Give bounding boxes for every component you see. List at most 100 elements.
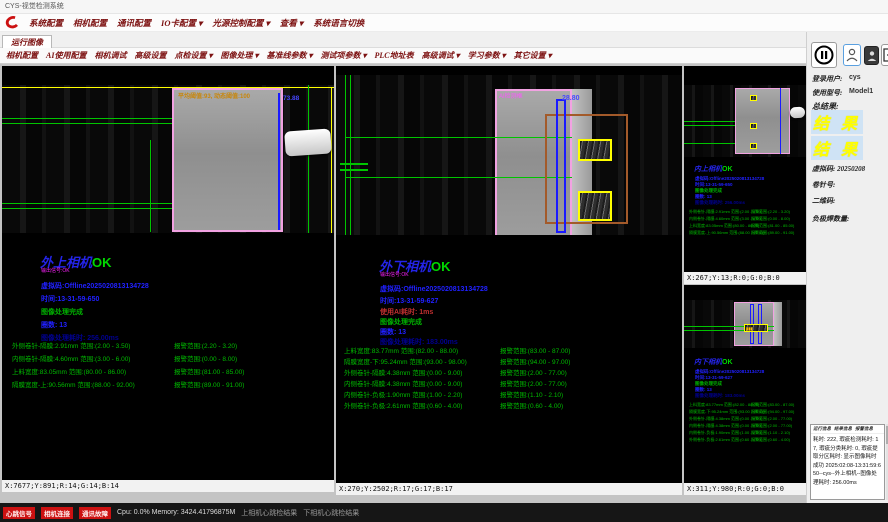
toolbar-item[interactable]: 测试项参数 ▾	[321, 50, 367, 61]
toolbar-item[interactable]: 图像处理 ▾	[220, 50, 258, 61]
toolbar-item[interactable]: 基准线参数 ▾	[266, 50, 312, 61]
measurement-list: 上料宽度:83.77mm 范围:(82.00 - 88.00)报警范围:(83.…	[689, 401, 804, 443]
measurement-text: 上料宽度:83.77mm 范围:(82.00 - 88.00)	[689, 402, 751, 408]
blue-measure-label: 73.88	[283, 95, 299, 102]
pause-button[interactable]	[811, 42, 837, 68]
measure-line-green	[2, 203, 172, 204]
camera-image-center: AI检测框 28.80	[336, 75, 682, 235]
camera-connection-badge: 相机连接	[41, 507, 73, 519]
measurement-row: 内侧卷针-隔膜:4.60mm 范围:(3.00 - 6.00)报警范围:(0.0…	[689, 215, 804, 222]
toolbar-item[interactable]: 学习参数 ▾	[468, 50, 506, 61]
alarm-range-text: 报警范围:(0.60 - 4.00)	[751, 437, 790, 443]
measurement-list: 上料宽度:83.77mm 范围:(82.00 - 88.00)报警范围:(83.…	[344, 344, 680, 410]
measurement-row: 隔膜宽度-下:95.24mm 范围:(93.00 - 98.00)报警范围:(9…	[689, 408, 804, 415]
menu-item[interactable]: IO卡配置 ▾	[161, 17, 202, 29]
product-region	[172, 88, 283, 232]
exit-button[interactable]	[881, 44, 888, 66]
measurement-row: 外侧卷针-负极:2.61mm 范围:(0.60 - 4.00)报警范围:(0.6…	[344, 399, 680, 410]
measurement-row: 外侧卷针-隔膜:2.91mm 范围:(2.00 - 3.50)报警范围:(2.2…	[12, 338, 332, 351]
measure-line-green	[2, 118, 172, 119]
log-tab[interactable]: 运行信息	[813, 426, 831, 432]
toolbar-item[interactable]: 其它设置 ▾	[514, 50, 552, 61]
app-window: CYS-视觉检测系统 系统配置相机配置通讯配置IO卡配置 ▾光源控制配置 ▾查看…	[0, 0, 888, 522]
weld-detect-box	[578, 191, 612, 221]
pixel-coordinate-bar: X:267;Y:13;R:0;G:0;B:0	[684, 272, 806, 284]
login-user-value: cys	[849, 74, 861, 81]
menu-item[interactable]: 查看 ▾	[280, 17, 303, 29]
result-ok-badge: OK	[92, 255, 112, 270]
process-done-text: 图像处理完成	[41, 307, 83, 317]
measurement-row: 隔膜宽度-上:90.56mm 范围:(88.00 - 92.00)报警范围:(8…	[12, 377, 332, 390]
pin-number-label: 卷针号:	[812, 180, 835, 190]
camera-view-outer-upper[interactable]: 平均阈值:93, 动态阈值:100 73.88 外上相机OK 输出信号:OK 虚…	[2, 66, 334, 492]
weld-detect-box	[578, 139, 612, 161]
alarm-range-text: 报警范围:(2.00 - 77.00)	[500, 367, 567, 377]
measurement-row: 外侧卷针-负极:2.61mm 范围:(0.60 - 4.00)报警范围:(0.6…	[689, 436, 804, 443]
camera-image-thumb-bottom: ▮▮▮	[684, 300, 806, 348]
negative-weld-count-label: 负极焊数量:	[812, 214, 849, 224]
measurement-row: 内侧卷针-负极:1.90mm 范围:(1.00 - 2.20)报警范围:(1.1…	[689, 429, 804, 436]
baseline-yellow	[2, 87, 334, 88]
threshold-overlay-label: 平均阈值:93, 动态阈值:100	[178, 91, 250, 100]
measure-line-green-vertical	[150, 140, 151, 232]
measurement-row: 外侧卷针-隔膜:4.38mm 范围:(0.00 - 9.00)报警范围:(2.0…	[689, 415, 804, 422]
toolbar-item[interactable]: 相机配置	[6, 50, 38, 61]
output-signal-text: 输出信号:OK	[380, 271, 409, 278]
camera-view-outer-lower[interactable]: AI检测框 28.80 外下相机OK 输出信号:OK 虚拟码:Offline20…	[336, 66, 682, 495]
weld-detect-box	[750, 123, 757, 129]
measurement-text: 外侧卷针-负极:2.61mm 范围:(0.60 - 4.00)	[344, 400, 500, 410]
camera-name: 内下相机	[694, 358, 722, 366]
alarm-range-text: 报警范围:(0.00 - 8.00)	[174, 353, 237, 363]
alarm-range-text: 报警范围:(1.10 - 2.10)	[751, 430, 790, 436]
measurement-list: 外侧卷针-隔膜:2.91mm 范围:(2.00 - 3.50)报警范围:(2.2…	[689, 208, 804, 236]
measurement-text: 外侧卷针-隔膜:4.38mm 范围:(0.00 - 9.00)	[344, 367, 500, 377]
measurement-text: 外侧卷针-隔膜:4.38mm 范围:(0.00 - 9.00)	[689, 416, 751, 422]
user-login-button[interactable]	[843, 44, 861, 66]
toolbar-item[interactable]: PLC地址表	[375, 50, 414, 61]
barcode-text: 虚拟码:Offline2025020813134728	[380, 284, 488, 294]
measurement-row: 外侧卷针-隔膜:4.38mm 范围:(0.00 - 9.00)报警范围:(2.0…	[344, 366, 680, 377]
model-value[interactable]: Model1	[849, 88, 873, 95]
toolbar-item[interactable]: 高级调试 ▾	[422, 50, 460, 61]
log-box[interactable]: 运行信息结果信息报警信息 耗时: 222, 瑕疵检测耗时: 17, 瑕疵分类耗时…	[810, 424, 885, 500]
menu-item[interactable]: 系统语言切换	[313, 17, 364, 29]
user-admin-button[interactable]	[864, 46, 879, 65]
baseline-yellow-vertical	[331, 87, 332, 233]
measurement-row: 外侧卷针-隔膜:2.91mm 范围:(2.00 - 3.50)报警范围:(2.2…	[689, 208, 804, 215]
status-bar: 心跳信号 相机连接 通讯故障 Cpu: 0.0% Memory: 3424.41…	[0, 503, 888, 522]
lower-camera-heartbeat-text: 下相机心跳检结果	[303, 508, 359, 518]
measure-tick-green	[340, 163, 368, 165]
menu-item[interactable]: 通讯配置	[117, 17, 151, 29]
login-user-label: 登录用户:	[812, 74, 842, 84]
alarm-range-text: 报警范围:(0.60 - 4.00)	[500, 400, 563, 410]
detect-region-blue	[556, 99, 566, 233]
log-tab[interactable]: 报警信息	[855, 426, 873, 432]
measure-line-blue	[780, 88, 781, 154]
turns-text: 圈数: 13	[41, 320, 67, 330]
alarm-range-text: 报警范围:(81.00 - 85.00)	[751, 223, 794, 229]
measurement-text: 隔膜宽度-上:90.56mm 范围:(88.00 - 92.00)	[12, 379, 174, 389]
time-text: 时间:13-31-59-627	[380, 296, 438, 306]
measure-line-green	[684, 143, 735, 144]
barcode-text: 虚拟码:Offline2025020813134728	[41, 281, 149, 291]
user-icon	[846, 48, 858, 62]
toolbar: 相机配置 AI使用配置相机调试高级设置点检设置 ▾ 图像处理 ▾ 基准线参数 ▾ 测试项…	[0, 48, 806, 64]
menu-item[interactable]: 系统配置	[29, 17, 63, 29]
measurement-row: 内侧卷针-负极:1.90mm 范围:(1.00 - 2.20)报警范围:(1.1…	[344, 388, 680, 399]
toolbar-item[interactable]: AI使用配置	[46, 50, 86, 61]
annotation-label: ▮▮▮	[746, 326, 753, 331]
toolbar-item[interactable]: 点检设置 ▾	[174, 50, 212, 61]
measure-tick-green	[340, 169, 368, 171]
menu-item[interactable]: 相机配置	[73, 17, 107, 29]
alarm-range-text: 报警范围:(83.00 - 87.00)	[500, 345, 570, 355]
menu-item[interactable]: 光源控制配置 ▾	[212, 17, 269, 29]
toolbar-item[interactable]: 相机调试	[94, 50, 126, 61]
measurement-text: 内侧卷针-负极:1.90mm 范围:(1.00 - 2.20)	[344, 389, 500, 399]
log-tabs: 运行信息结果信息报警信息	[811, 425, 884, 434]
toolbar-item[interactable]: 高级设置	[134, 50, 166, 61]
camera-view-inner-lower-thumbnail[interactable]: ▮▮▮ 内下相机OK 虚拟码:Offline2025020813134728 时…	[684, 285, 806, 495]
camera-view-inner-upper-thumbnail[interactable]: 内上相机OK 虚拟码:Offline2025020813134728 时间:13…	[684, 66, 806, 284]
log-tab[interactable]: 结果信息	[834, 426, 852, 432]
alarm-range-text: 报警范围:(2.00 - 77.00)	[751, 416, 792, 422]
measurement-text: 上料宽度:83.05mm 范围:(80.00 - 86.00)	[689, 223, 751, 229]
